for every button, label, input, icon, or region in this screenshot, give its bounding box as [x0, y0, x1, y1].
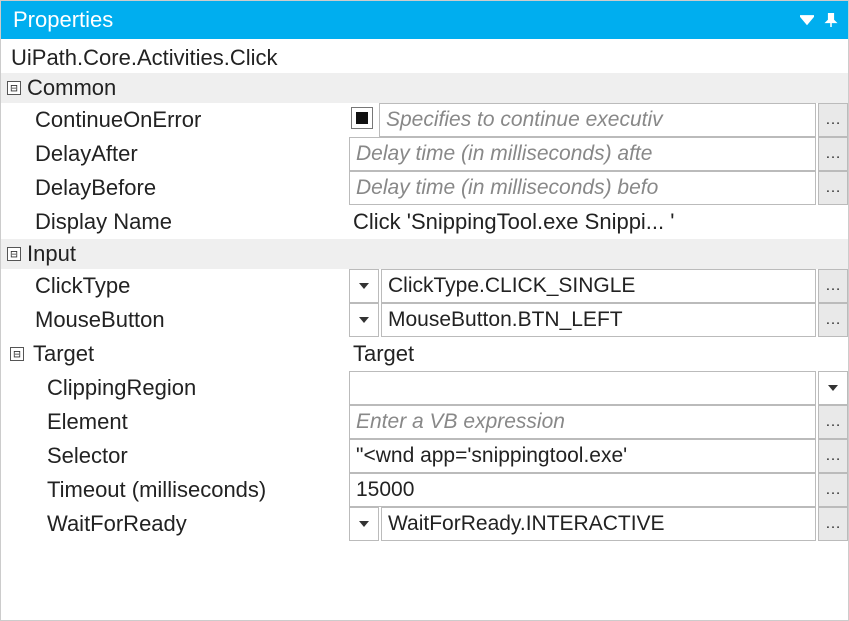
prop-element: Element Enter a VB expression … — [1, 405, 848, 439]
dropdown-button[interactable] — [349, 507, 379, 541]
prop-label: WaitForReady — [1, 507, 349, 541]
dropdown-button[interactable] — [818, 371, 848, 405]
ellipsis-button[interactable]: … — [818, 439, 848, 473]
expander-icon[interactable]: ⊟ — [7, 81, 21, 95]
prop-delayAfter: DelayAfter Delay time (in milliseconds) … — [1, 137, 848, 171]
category-label: Common — [27, 75, 116, 101]
titlebar-icons — [800, 7, 838, 33]
input-timeout[interactable]: 15000 — [349, 473, 816, 507]
prop-timeout: Timeout (milliseconds) 15000 … — [1, 473, 848, 507]
value-displayName[interactable]: Click 'SnippingTool.exe Snippi... ' — [349, 205, 848, 239]
category-target[interactable]: ⊟ Target Target — [1, 337, 848, 371]
ellipsis-button[interactable]: … — [818, 303, 848, 337]
prop-label: Element — [1, 405, 349, 439]
panel-title: Properties — [13, 7, 113, 33]
prop-label: ContinueOnError — [1, 103, 349, 137]
prop-label: Selector — [1, 439, 349, 473]
panel-titlebar: Properties — [1, 1, 848, 39]
ellipsis-button[interactable]: … — [818, 405, 848, 439]
prop-label: Display Name — [1, 205, 349, 239]
checkbox-continueOnError[interactable] — [351, 107, 373, 129]
ellipsis-button[interactable]: … — [818, 269, 848, 303]
input-continueOnError[interactable]: Specifies to continue executiv — [379, 103, 816, 137]
ellipsis-button[interactable]: … — [818, 507, 848, 541]
prop-selector: Selector "<wnd app='snippingtool.exe' … — [1, 439, 848, 473]
input-delayBefore[interactable]: Delay time (in milliseconds) befo — [349, 171, 816, 205]
category-input[interactable]: ⊟ Input — [1, 239, 848, 269]
pin-icon[interactable] — [824, 7, 838, 33]
prop-label: Timeout (milliseconds) — [1, 473, 349, 507]
prop-delayBefore: DelayBefore Delay time (in milliseconds)… — [1, 171, 848, 205]
ellipsis-button[interactable]: … — [818, 103, 848, 137]
prop-clickType: ClickType ClickType.CLICK_SINGLE … — [1, 269, 848, 303]
ellipsis-button[interactable]: … — [818, 137, 848, 171]
prop-mouseButton: MouseButton MouseButton.BTN_LEFT … — [1, 303, 848, 337]
category-label: Target — [33, 341, 94, 367]
input-mouseButton[interactable]: MouseButton.BTN_LEFT — [381, 303, 816, 337]
prop-label: DelayBefore — [1, 171, 349, 205]
input-element[interactable]: Enter a VB expression — [349, 405, 816, 439]
input-clickType[interactable]: ClickType.CLICK_SINGLE — [381, 269, 816, 303]
activity-type: UiPath.Core.Activities.Click — [1, 39, 848, 73]
dropdown-icon[interactable] — [800, 7, 814, 33]
prop-label: ClippingRegion — [1, 371, 349, 405]
ellipsis-button[interactable]: … — [818, 473, 848, 507]
expander-icon[interactable]: ⊟ — [10, 347, 24, 361]
category-common[interactable]: ⊟ Common — [1, 73, 848, 103]
prop-label: MouseButton — [1, 303, 349, 337]
input-clippingRegion[interactable] — [349, 371, 816, 405]
prop-waitForReady: WaitForReady WaitForReady.INTERACTIVE … — [1, 507, 848, 541]
dropdown-button[interactable] — [349, 303, 379, 337]
ellipsis-button[interactable]: … — [818, 171, 848, 205]
category-label: Input — [27, 241, 76, 267]
input-selector[interactable]: "<wnd app='snippingtool.exe' — [349, 439, 816, 473]
value-target[interactable]: Target — [349, 337, 848, 371]
prop-label: DelayAfter — [1, 137, 349, 171]
input-waitForReady[interactable]: WaitForReady.INTERACTIVE — [381, 507, 816, 541]
expander-icon[interactable]: ⊟ — [7, 247, 21, 261]
dropdown-button[interactable] — [349, 269, 379, 303]
prop-clippingRegion: ClippingRegion — [1, 371, 848, 405]
prop-continueOnError: ContinueOnError Specifies to continue ex… — [1, 103, 848, 137]
prop-displayName: Display Name Click 'SnippingTool.exe Sni… — [1, 205, 848, 239]
input-delayAfter[interactable]: Delay time (in milliseconds) afte — [349, 137, 816, 171]
prop-label: ClickType — [1, 269, 349, 303]
